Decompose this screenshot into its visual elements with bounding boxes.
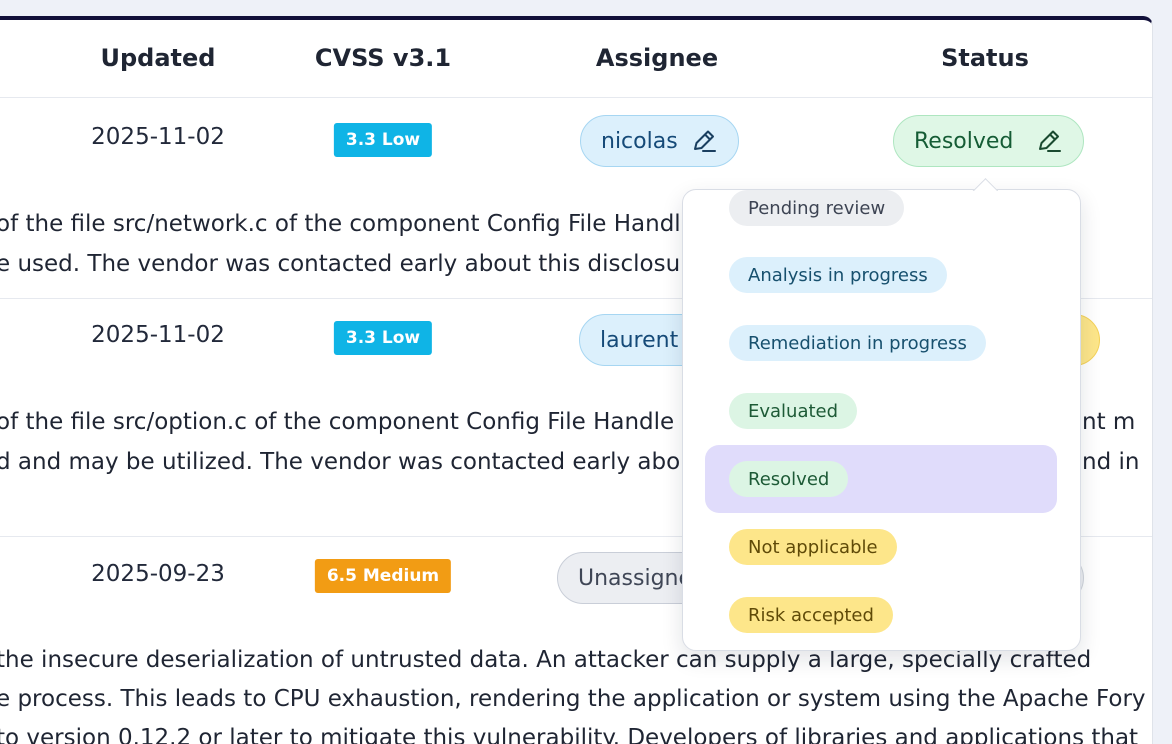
status-chip: Analysis in progress xyxy=(729,257,947,293)
cvss-badge: 3.3 Low xyxy=(333,321,433,355)
status-label: Resolved xyxy=(914,128,1014,154)
status-option-evaluated[interactable]: Evaluated xyxy=(705,377,1057,445)
cvss-badge: 6.5 Medium xyxy=(314,559,452,593)
status-chip: Not applicable xyxy=(729,529,897,565)
table-header: Updated CVSS v3.1 Assignee Status xyxy=(0,20,1152,98)
column-header-cvss[interactable]: CVSS v3.1 xyxy=(315,44,451,72)
assignee-name: laurent xyxy=(600,327,679,353)
updated-date: 2025-11-02 xyxy=(91,322,225,348)
description-line: d and may be utilized. The vendor was co… xyxy=(0,449,695,475)
cvss-badge: 3.3 Low xyxy=(333,123,433,157)
column-header-assignee[interactable]: Assignee xyxy=(596,44,718,72)
dropdown-caret xyxy=(972,175,998,191)
status-option-remediation-in-progress[interactable]: Remediation in progress xyxy=(705,309,1057,377)
status-option-resolved[interactable]: Resolved xyxy=(705,445,1057,513)
assignee-name: Unassigne xyxy=(578,565,693,591)
column-header-updated[interactable]: Updated xyxy=(101,44,216,72)
status-chip: Resolved xyxy=(729,461,849,497)
updated-date: 2025-11-02 xyxy=(91,124,225,150)
pencil-icon[interactable] xyxy=(1035,127,1063,155)
assignee-name: nicolas xyxy=(601,128,678,154)
status-option-analysis-in-progress[interactable]: Analysis in progress xyxy=(705,241,1057,309)
description-line: e process. This leads to CPU exhaustion,… xyxy=(0,686,1146,712)
status-pill[interactable]: Resolved xyxy=(893,115,1085,167)
status-chip: Evaluated xyxy=(729,393,858,429)
description-line: e used. The vendor was contacted early a… xyxy=(0,251,704,277)
status-option-risk-accepted[interactable]: Risk accepted xyxy=(705,581,1057,649)
description-line: to version 0.12.2 or later to mitigate t… xyxy=(0,725,1139,744)
assignee-pill[interactable]: nicolas xyxy=(580,115,739,167)
status-option-pending-review[interactable]: Pending review xyxy=(705,190,1057,242)
description-line: of the file src/option.c of the componen… xyxy=(0,409,675,435)
status-chip: Pending review xyxy=(729,190,905,226)
description-line: of the file src/network.c of the compone… xyxy=(0,211,681,237)
status-option-not-applicable[interactable]: Not applicable xyxy=(705,513,1057,581)
description-line-tail: nt m xyxy=(1082,409,1136,435)
status-chip: Risk accepted xyxy=(729,597,893,633)
updated-date: 2025-09-23 xyxy=(91,561,225,587)
status-chip: Remediation in progress xyxy=(729,325,986,361)
pencil-icon[interactable] xyxy=(690,127,718,155)
status-dropdown-menu: Pending review Analysis in progress Reme… xyxy=(682,189,1081,651)
column-header-status[interactable]: Status xyxy=(941,44,1029,72)
description-line-tail: nd in xyxy=(1082,449,1140,475)
